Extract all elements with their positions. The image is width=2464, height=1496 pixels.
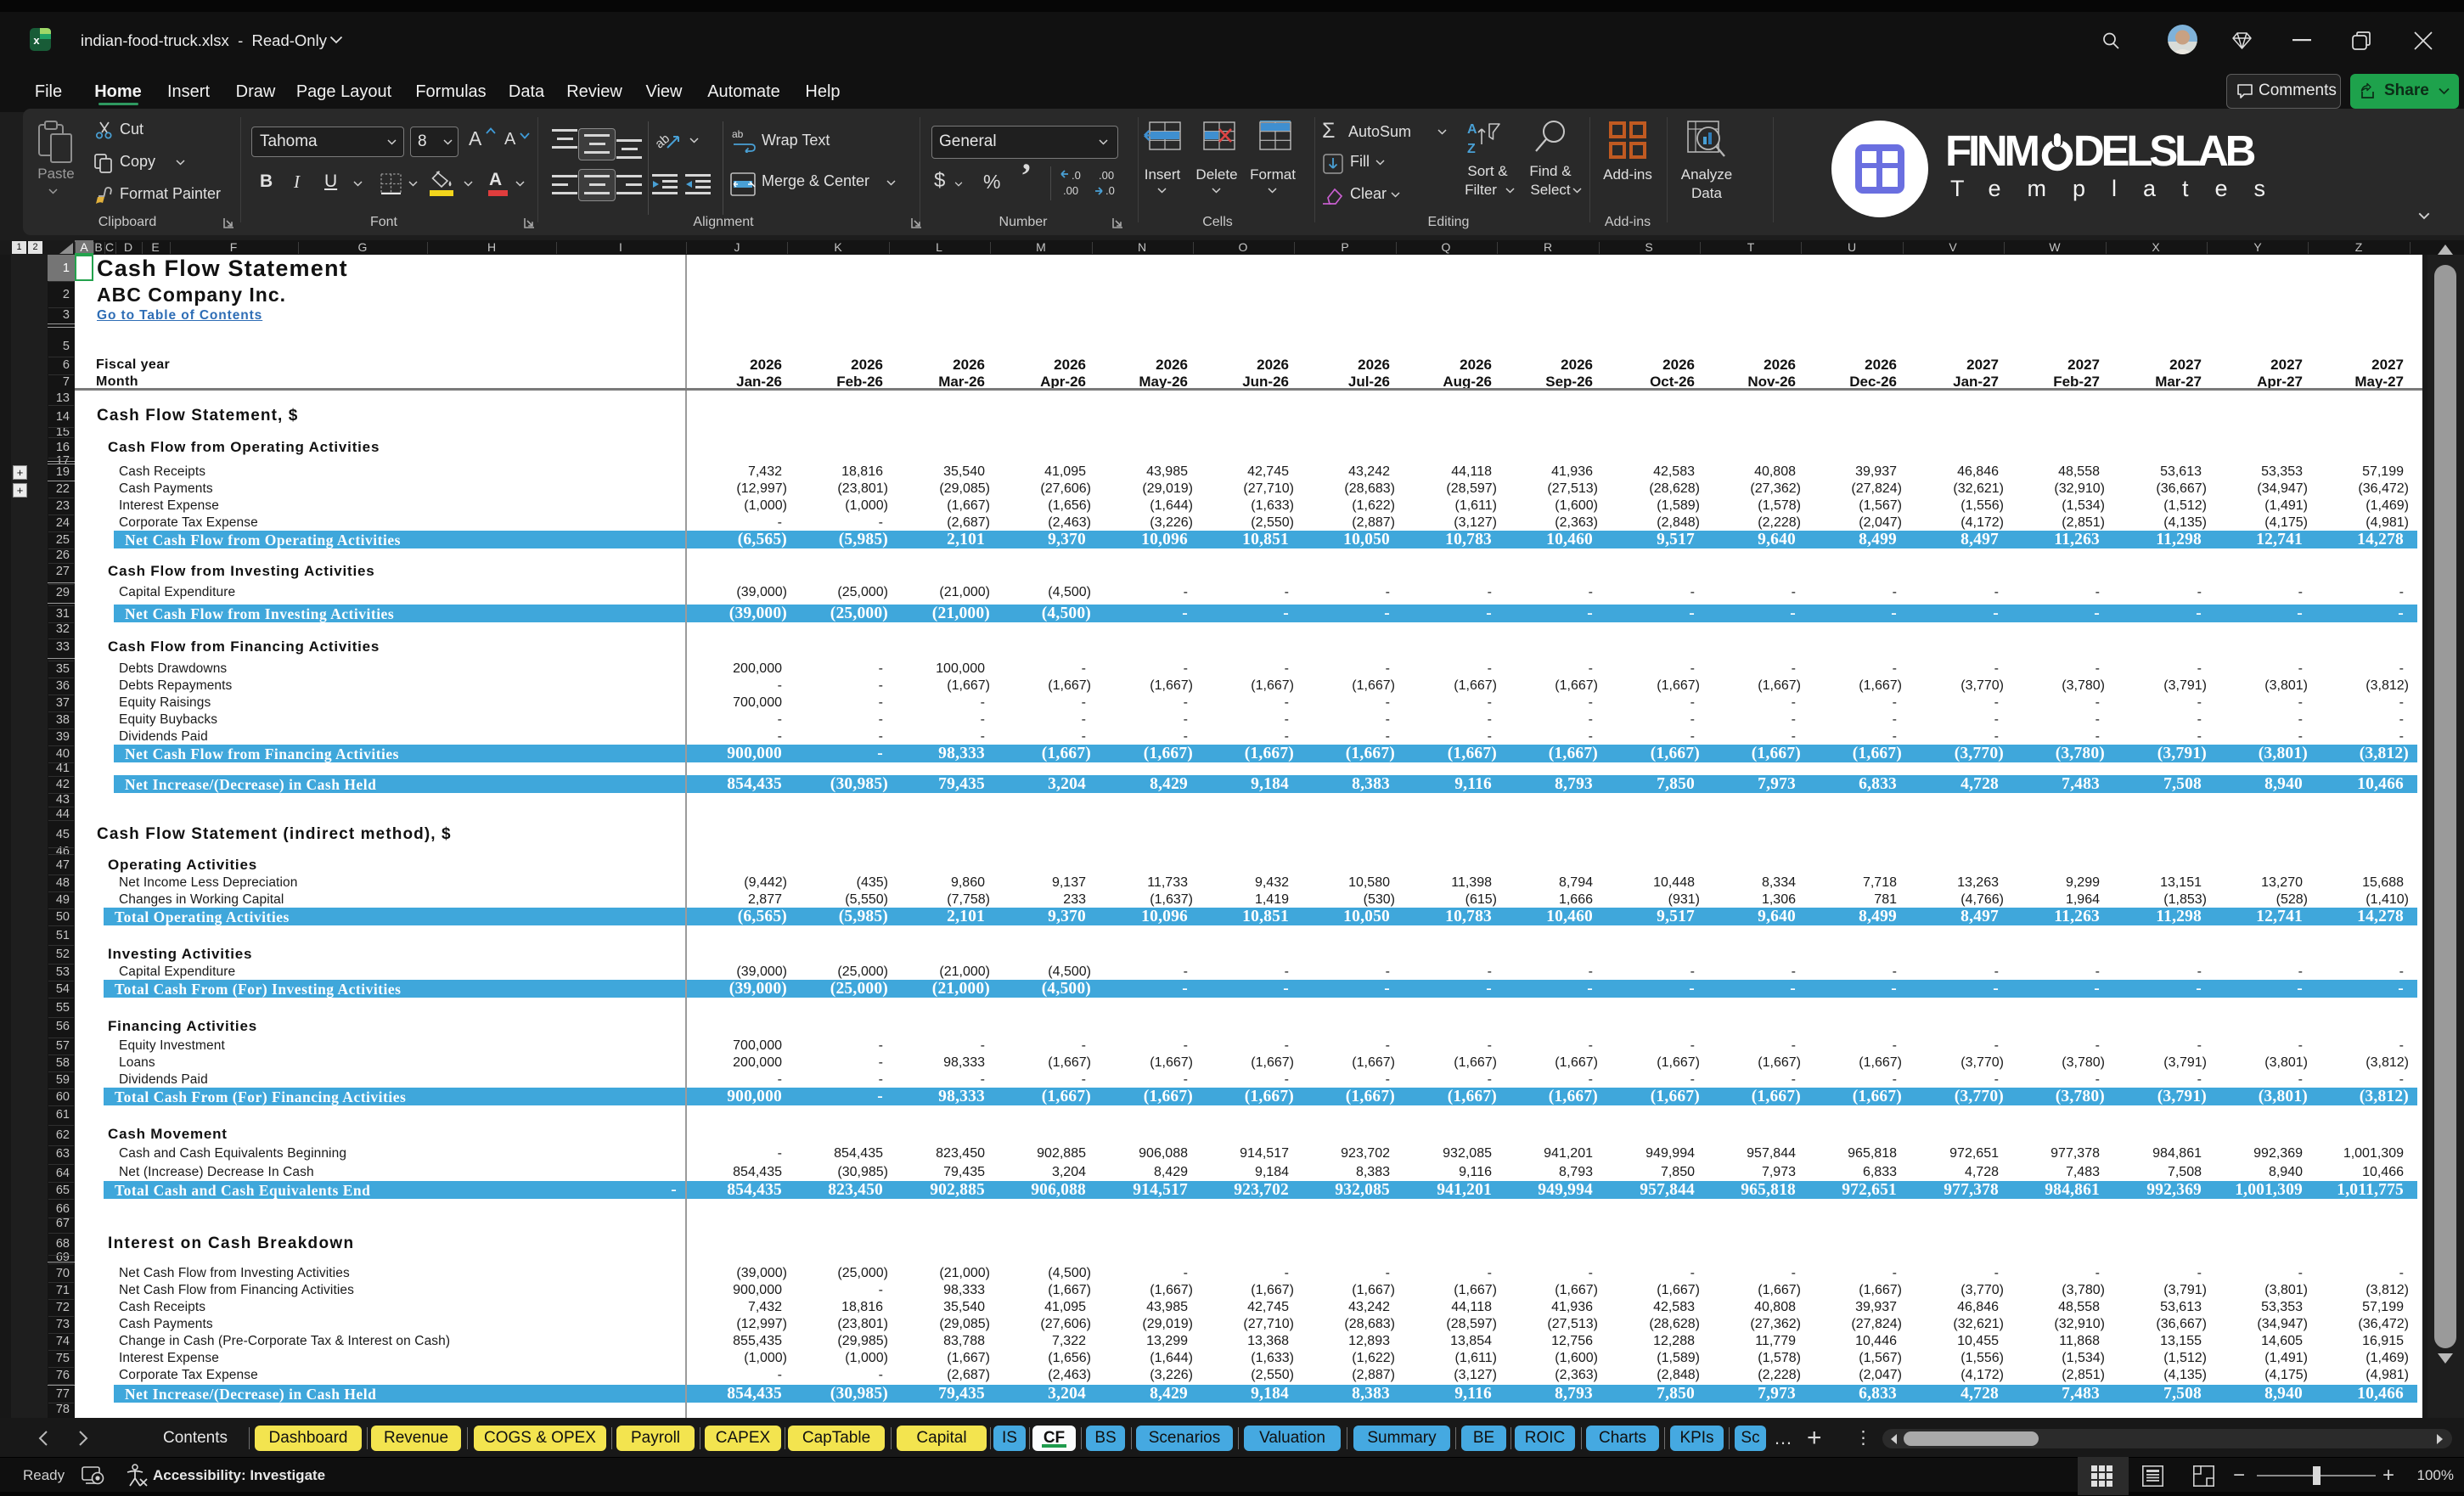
svg-text:.0: .0 xyxy=(1105,184,1115,197)
svg-text:Z: Z xyxy=(1467,142,1476,155)
svg-text:ab: ab xyxy=(655,132,672,152)
svg-text:x: x xyxy=(33,34,40,47)
svg-text:ab: ab xyxy=(732,128,744,140)
svg-text:.00: .00 xyxy=(1099,169,1114,182)
svg-text:A: A xyxy=(1467,122,1477,137)
svg-text:.0: .0 xyxy=(1072,169,1081,182)
svg-text:.00: .00 xyxy=(1063,184,1078,197)
